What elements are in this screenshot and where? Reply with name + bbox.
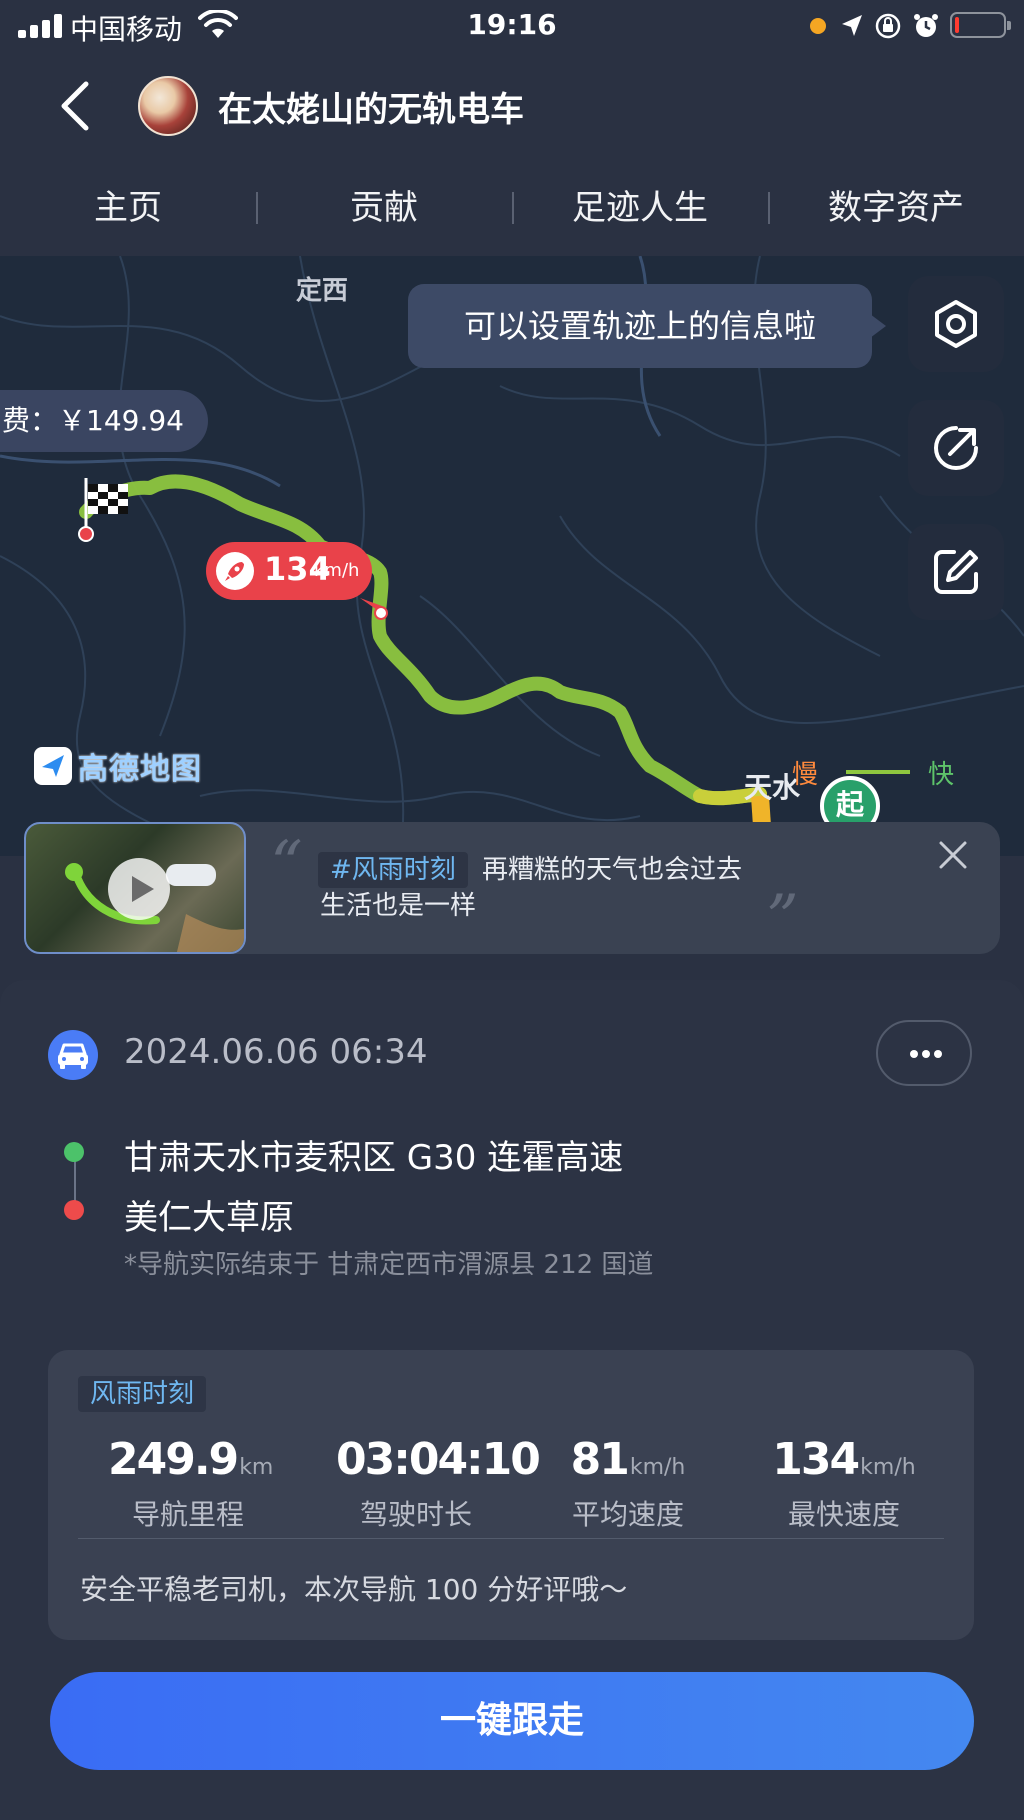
clock: 19:16 <box>467 8 557 41</box>
amap-logo-icon <box>34 747 72 785</box>
divider <box>78 1538 944 1539</box>
rocket-icon <box>216 552 254 590</box>
stat-value: 03:04:10 <box>336 1434 541 1485</box>
stat-value: 134 <box>772 1434 860 1485</box>
start-dot <box>64 1142 84 1162</box>
stat-value: 81 <box>570 1434 630 1485</box>
amap-logo: 高德地图 <box>34 746 202 787</box>
max-speed-unit: km/h <box>314 560 360 581</box>
stat-label: 导航里程 <box>131 1498 244 1531</box>
edit-icon <box>934 550 978 594</box>
avatar[interactable] <box>138 76 198 136</box>
alarm-icon <box>914 14 938 37</box>
settings-icon <box>935 300 977 348</box>
amap-logo-text: 高德地图 <box>78 752 202 787</box>
stat-max-speed: 134km/h 最快速度 <box>754 1434 934 1533</box>
speed-legend-fast: 快 <box>928 760 955 790</box>
tab-contribution[interactable]: 贡献 <box>256 180 512 236</box>
end-dot <box>64 1200 84 1220</box>
close-icon[interactable] <box>938 840 968 870</box>
header: 在太姥山的无轨电车 <box>0 60 1024 150</box>
route-map[interactable]: 定西 天水 慢 快 起 可以设置轨迹上的信息啦 费：￥149.94 134 km… <box>0 256 1024 856</box>
tab-digital-assets[interactable]: 数字资产 <box>768 180 1024 236</box>
story-tag[interactable]: #风雨时刻 <box>318 852 468 888</box>
follow-route-button[interactable]: 一键跟走 <box>50 1672 974 1770</box>
stats-tag: 风雨时刻 <box>78 1376 207 1412</box>
stat-unit: km <box>239 1455 274 1480</box>
stat-avg-speed: 81km/h 平均速度 <box>548 1434 708 1533</box>
car-icon <box>48 1030 98 1080</box>
battery-icon <box>950 12 1011 38</box>
quote-open-icon: “ <box>270 828 303 902</box>
stat-label: 驾驶时长 <box>359 1498 472 1531</box>
stat-unit: km/h <box>629 1455 686 1480</box>
more-button[interactable] <box>876 1020 972 1086</box>
trip-detail-panel: 2024.06.06 06:34 甘肃天水市麦积区 G30 连霍高速 美仁大草原… <box>0 980 1024 1820</box>
route-end: 美仁大草原 <box>124 1198 294 1238</box>
trip-date: 2024.06.06 06:34 <box>124 1032 428 1072</box>
map-label-dingxi: 定西 <box>296 276 349 306</box>
story-text-line1: 再糟糕的天气也会过去 <box>482 855 743 885</box>
stat-duration: 03:04:10 驾驶时长 <box>336 1434 541 1533</box>
quote-close-icon: ” <box>766 882 799 956</box>
play-icon[interactable] <box>108 858 170 920</box>
orientation-lock-icon <box>875 13 901 39</box>
stat-label: 平均速度 <box>571 1498 684 1531</box>
back-button[interactable] <box>54 78 102 134</box>
status-bar: 中国移动 19:16 <box>0 0 1024 52</box>
speed-legend-slow: 慢 <box>792 760 819 790</box>
story-text-line2: 生活也是一样 <box>320 891 477 921</box>
settings-tooltip: 可以设置轨迹上的信息啦 <box>408 284 886 368</box>
route-start: 甘肃天水市麦积区 G30 连霍高速 <box>124 1138 624 1178</box>
settings-button[interactable] <box>908 276 1004 372</box>
location-arrow-icon <box>842 15 862 36</box>
driving-comment: 安全平稳老司机，本次导航 100 分好评哦～ <box>80 1573 628 1606</box>
stat-distance: 249.9km 导航里程 <box>108 1434 273 1533</box>
page-title: 在太姥山的无轨电车 <box>218 90 524 130</box>
edit-button[interactable] <box>908 524 1004 620</box>
stat-value: 249.9 <box>108 1434 239 1485</box>
stat-label: 最快速度 <box>787 1498 900 1531</box>
tab-footprint[interactable]: 足迹人生 <box>512 180 768 236</box>
recording-dot <box>810 18 826 34</box>
video-thumbnail[interactable] <box>24 822 246 954</box>
stats-card: 风雨时刻 249.9km 导航里程 03:04:10 驾驶时长 81km/h 平… <box>48 1350 974 1640</box>
route-note: *导航实际结束于 甘肃定西市渭源县 212 国道 <box>124 1250 654 1280</box>
stat-unit: km/h <box>860 1455 916 1480</box>
tab-bar: 主页 贡献 足迹人生 数字资产 <box>0 180 1024 236</box>
story-card[interactable]: “ #风雨时刻 再糟糕的天气也会过去 生活也是一样 ” <box>24 822 1000 956</box>
max-speed-badge: 134 km/h <box>206 542 372 600</box>
battery-level <box>955 17 959 33</box>
share-button[interactable] <box>908 400 1004 496</box>
cost-label: 费：￥149.94 <box>0 390 208 452</box>
share-icon <box>934 426 978 470</box>
tab-home[interactable]: 主页 <box>0 180 256 236</box>
finish-flag-icon <box>78 478 128 542</box>
